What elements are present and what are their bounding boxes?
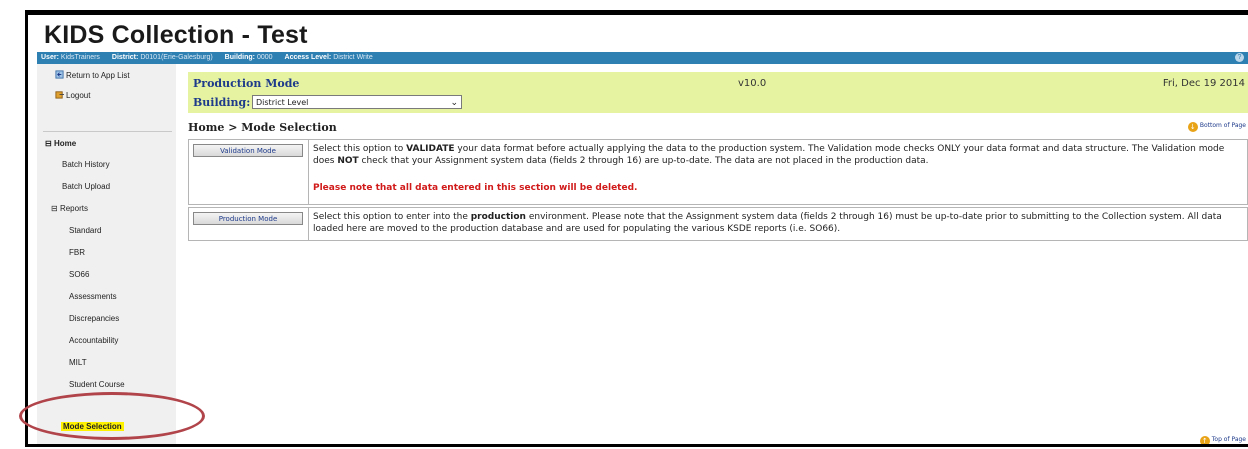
sidebar-item-student-course[interactable]: Student Course <box>69 380 125 389</box>
user-label: User: <box>41 54 59 61</box>
sidebar-item-batch-upload[interactable]: Batch Upload <box>62 182 110 191</box>
access-level-label: Access Level: <box>284 54 332 61</box>
validation-warning-row: Please note that all data entered in thi… <box>188 174 1248 205</box>
screenshot-frame: KIDS Collection - Test User: KidsTrainers… <box>25 10 1248 447</box>
logout-label: Logout <box>66 91 91 100</box>
logout-link[interactable]: Logout <box>55 90 90 100</box>
building-label: Building: <box>224 54 255 61</box>
sidebar-divider <box>43 131 172 132</box>
sidebar-item-milt[interactable]: MILT <box>69 358 87 367</box>
app-window: KIDS Collection - Test User: KidsTrainers… <box>28 15 1248 444</box>
desc-text: Select this option to <box>313 144 407 154</box>
district-value: D0101(Erie-Galesburg) <box>140 54 213 61</box>
sidebar-item-label: Home <box>53 139 77 148</box>
arrow-up-icon: ↑ <box>1199 436 1210 444</box>
mode-title: Production Mode <box>193 77 300 90</box>
help-icon[interactable]: ? <box>1235 53 1244 62</box>
sidebar-item-reports[interactable]: ⊟ Reports <box>51 204 88 213</box>
access-level-value: District Write <box>333 54 373 61</box>
logout-icon <box>55 91 64 99</box>
desc-text: Select this option to enter into the <box>313 212 471 222</box>
validation-description: Select this option to VALIDATE your data… <box>313 143 1241 167</box>
date-label: Fri, Dec 19 2014 <box>1162 78 1245 89</box>
sidebar-item-so66[interactable]: SO66 <box>69 270 89 279</box>
validation-button-cell-spacer <box>189 174 309 204</box>
sidebar-item-accountability[interactable]: Accountability <box>69 336 118 345</box>
validation-button-cell: Validation Mode <box>189 140 309 175</box>
building-select[interactable]: District Level ⌄ <box>252 95 462 109</box>
user-value: KidsTrainers <box>60 54 100 61</box>
validation-option-row: Validation Mode Select this option to VA… <box>188 139 1248 176</box>
collapse-icon: ⊟ <box>51 204 60 213</box>
chevron-down-icon: ⌄ <box>450 98 458 108</box>
building-select-value: District Level <box>256 98 309 107</box>
sidebar-item-assessments[interactable]: Assessments <box>69 292 117 301</box>
sidebar-item-batch-history[interactable]: Batch History <box>62 160 110 169</box>
top-of-page-link[interactable]: ↑ Top of Page <box>1199 436 1246 444</box>
validation-warning: Please note that all data entered in thi… <box>313 183 638 193</box>
return-to-app-list-link[interactable]: Return to App List <box>55 70 130 80</box>
bottom-of-page-label: Bottom of Page <box>1199 122 1246 129</box>
sidebar: Return to App List Logout ⊟ Home Batch H… <box>37 64 176 444</box>
building-value: 0000 <box>257 54 273 61</box>
sidebar-item-fbr[interactable]: FBR <box>69 248 85 257</box>
building-select-label: Building: <box>193 96 251 109</box>
production-option-row: Production Mode Select this option to en… <box>188 207 1248 241</box>
user-info-bar: User: KidsTrainers District: D0101(Erie-Ga… <box>37 52 1248 64</box>
desc-bold: production <box>470 212 526 222</box>
sidebar-item-discrepancies[interactable]: Discrepancies <box>69 314 119 323</box>
desc-bold: VALIDATE <box>406 144 455 154</box>
desc-bold: NOT <box>337 156 359 166</box>
main-content: Production Mode v10.0 Fri, Dec 19 2014 B… <box>181 64 1248 444</box>
annotation-ring <box>19 392 205 440</box>
breadcrumb: Home > Mode Selection <box>188 121 337 134</box>
production-description: Select this option to enter into the pro… <box>313 211 1241 235</box>
arrow-down-icon: ↓ <box>1187 122 1198 132</box>
district-label: District: <box>111 54 139 61</box>
top-of-page-label: Top of Page <box>1211 436 1246 443</box>
return-link-label: Return to App List <box>66 71 130 80</box>
collapse-icon: ⊟ <box>45 139 54 148</box>
sidebar-item-home[interactable]: ⊟ Home <box>45 139 76 148</box>
production-mode-button[interactable]: Production Mode <box>193 212 303 225</box>
bottom-of-page-link[interactable]: ↓ Bottom of Page <box>1187 122 1246 132</box>
desc-text: check that your Assignment system data (… <box>358 156 929 166</box>
version-label: v10.0 <box>738 78 767 89</box>
validation-mode-button[interactable]: Validation Mode <box>193 144 303 157</box>
production-button-cell: Production Mode <box>189 208 309 240</box>
mode-header-bar: Production Mode v10.0 Fri, Dec 19 2014 B… <box>188 72 1248 113</box>
return-icon <box>55 70 64 79</box>
sidebar-item-standard[interactable]: Standard <box>69 226 101 235</box>
sidebar-item-label: Reports <box>59 204 88 213</box>
app-title: KIDS Collection - Test <box>44 21 308 49</box>
